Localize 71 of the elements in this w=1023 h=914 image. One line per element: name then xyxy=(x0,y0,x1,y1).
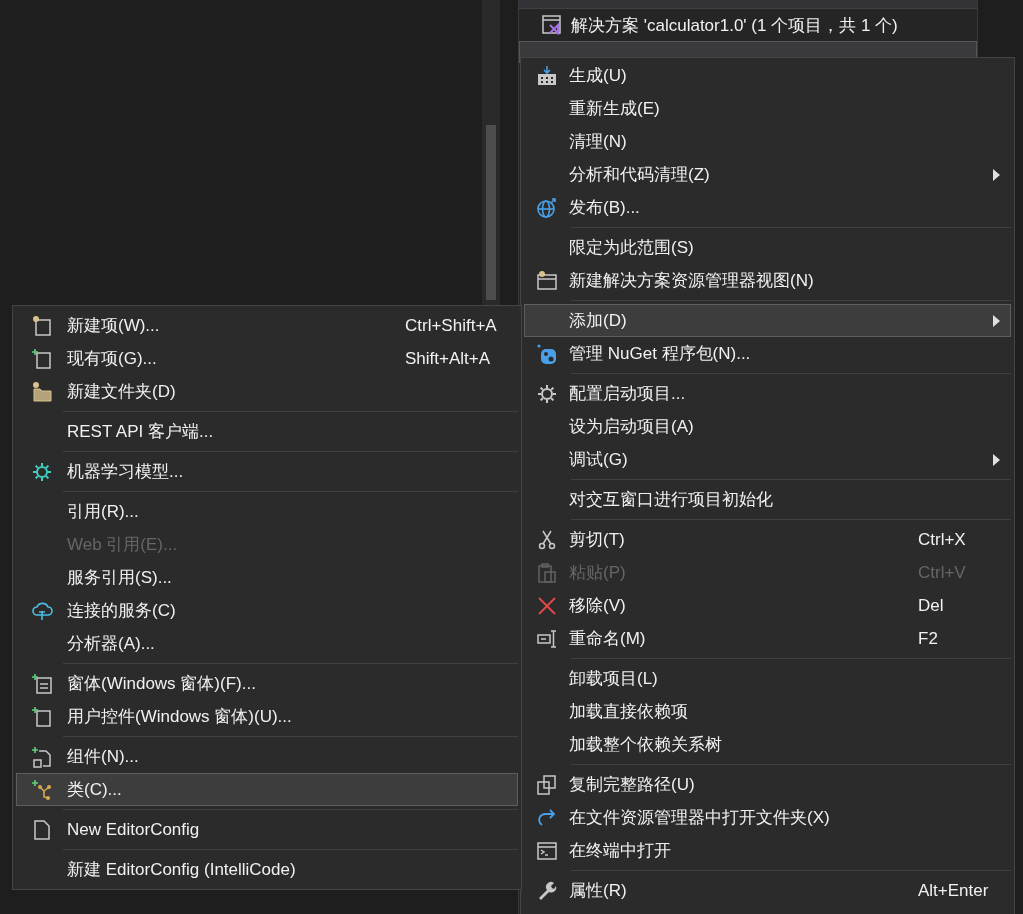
menu-item[interactable]: 引用(R)... xyxy=(16,495,518,528)
menu-item[interactable]: 添加(D) xyxy=(524,304,1011,337)
settings-icon xyxy=(536,382,558,405)
gear-icon xyxy=(31,460,53,483)
menu-item[interactable]: 加载直接依赖项 xyxy=(524,695,1011,728)
shortcut-text: Alt+Enter xyxy=(918,880,990,901)
new-item-icon xyxy=(31,314,53,337)
component-icon xyxy=(31,745,53,768)
menu-item[interactable]: 用户控件(Windows 窗体)(U)... xyxy=(16,700,518,733)
package-icon xyxy=(536,342,558,365)
solution-icon xyxy=(541,14,563,36)
menu-item[interactable]: 新建项(W)... Ctrl+Shift+A xyxy=(16,309,518,342)
menu-item[interactable]: 组件(N)... xyxy=(16,740,518,773)
menu-item[interactable]: 现有项(G)... Shift+Alt+A xyxy=(16,342,518,375)
clipboard-icon xyxy=(536,561,558,584)
menu-item[interactable]: 分析器(A)... xyxy=(16,627,518,660)
menu-item[interactable]: 移除(V) Del xyxy=(524,589,1011,622)
menu-item[interactable]: 在文件资源管理器中打开文件夹(X) xyxy=(524,801,1011,834)
menu-item[interactable]: 加载整个依赖关系树 xyxy=(524,728,1011,761)
class-icon xyxy=(31,778,53,801)
shortcut-text: Ctrl+Shift+A xyxy=(405,315,498,336)
menu-item[interactable]: 限定为此范围(S) xyxy=(524,231,1011,264)
tree-item[interactable]: 解决方案 'calculator1.0' (1 个项目，共 1 个) xyxy=(519,9,977,41)
shortcut-text: Shift+Alt+A xyxy=(405,348,492,369)
build-icon xyxy=(536,64,558,87)
redo-arrow-icon xyxy=(536,806,558,829)
menu-item[interactable]: 卸载项目(L) xyxy=(524,662,1011,695)
shortcut-text: Ctrl+X xyxy=(918,529,967,550)
form-icon xyxy=(31,672,53,695)
add-item-icon xyxy=(31,347,53,370)
scrollbar[interactable] xyxy=(482,0,500,305)
menu-item[interactable]: 新建 EditorConfig (IntelliCode) xyxy=(16,853,518,886)
menu-item[interactable]: 重命名(M) F2 xyxy=(524,622,1011,655)
menu-item[interactable]: 新建文件夹(D) xyxy=(16,375,518,408)
scissors-icon xyxy=(536,528,558,551)
menu-item[interactable]: 管理 NuGet 程序包(N)... xyxy=(524,337,1011,370)
menu-item[interactable]: New EditorConfig xyxy=(16,813,518,846)
menu-item[interactable]: 类(C)... xyxy=(16,773,518,806)
menu-item[interactable]: 生成(U) xyxy=(524,59,1011,92)
scrollbar-thumb[interactable] xyxy=(486,125,496,300)
menu-item[interactable]: 复制完整路径(U) xyxy=(524,768,1011,801)
menu-item[interactable]: 发布(B)... xyxy=(524,191,1011,224)
menu-item[interactable]: 在终端中打开 xyxy=(524,834,1011,867)
menu-item[interactable]: 对交互窗口进行项目初始化 xyxy=(524,483,1011,516)
menu-item[interactable]: 剪切(T) Ctrl+X xyxy=(524,523,1011,556)
rename-icon xyxy=(536,627,558,650)
close-icon xyxy=(536,594,558,617)
terminal-icon xyxy=(536,839,558,862)
menu-item[interactable]: 窗体(Windows 窗体)(F)... xyxy=(16,667,518,700)
window-icon xyxy=(536,269,558,292)
menu-item[interactable]: 重新生成(E) xyxy=(524,92,1011,125)
menu-item[interactable]: 服务引用(S)... xyxy=(16,561,518,594)
menu-item[interactable]: 调试(G) xyxy=(524,443,1011,476)
shortcut-text: Ctrl+V xyxy=(918,562,967,583)
menu-item[interactable]: REST API 客户端... xyxy=(16,415,518,448)
menu-item[interactable]: 配置启动项目... xyxy=(524,377,1011,410)
menu-item[interactable]: 清理(N) xyxy=(524,125,1011,158)
shortcut-text: Del xyxy=(918,595,945,616)
globe-icon xyxy=(536,196,558,219)
menu-item[interactable]: 属性(R) Alt+Enter xyxy=(524,874,1011,907)
add-item-icon xyxy=(31,705,53,728)
menu-item[interactable]: 分析和代码清理(Z) xyxy=(524,158,1011,191)
menu-item[interactable]: 设为启动项目(A) xyxy=(524,410,1011,443)
file-icon xyxy=(31,818,53,841)
copy-icon xyxy=(536,773,558,796)
folder-icon xyxy=(31,380,53,403)
tree-item-label: 解决方案 'calculator1.0' (1 个项目，共 1 个) xyxy=(571,14,898,37)
menu-item[interactable]: 新建解决方案资源管理器视图(N) xyxy=(524,264,1011,297)
menu-item[interactable]: 连接的服务(C) xyxy=(16,594,518,627)
menu-item[interactable]: 机器学习模型... xyxy=(16,455,518,488)
shortcut-text: F2 xyxy=(918,628,939,649)
